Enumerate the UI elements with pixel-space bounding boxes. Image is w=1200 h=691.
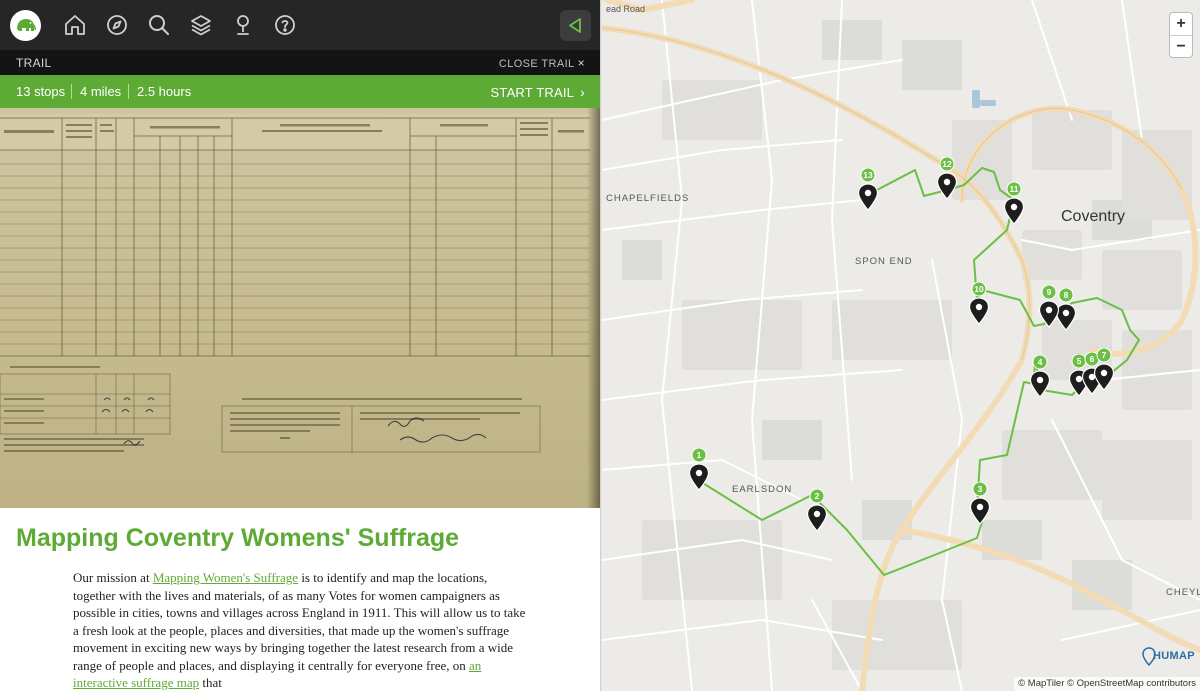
start-trail-button[interactable]: START TRAIL › — [491, 84, 585, 100]
trail-stop-marker[interactable]: 7 — [1092, 348, 1116, 392]
start-trail-label: START TRAIL — [490, 85, 575, 100]
trail-panel: TRAIL CLOSE TRAIL × 13 stops 4 miles 2.5 … — [0, 0, 601, 691]
place-label-spon-end: SPON END — [855, 256, 913, 267]
trail-stop-number: 13 — [863, 170, 873, 180]
humap-wordmark: HUMAP — [1153, 650, 1195, 662]
trail-stop-marker[interactable]: 11 — [1002, 182, 1026, 226]
trail-header-bar: TRAIL CLOSE TRAIL × — [0, 50, 600, 75]
mapping-womens-suffrage-link[interactable]: Mapping Women's Suffrage — [153, 570, 298, 585]
trail-stop-number: 9 — [1046, 287, 1052, 297]
article-title: Mapping Coventry Womens' Suffrage — [16, 524, 460, 552]
help-icon[interactable] — [273, 13, 297, 37]
trail-duration: 2.5 hours — [137, 84, 192, 99]
close-trail-label: CLOSE TRAIL — [498, 58, 575, 70]
trail-stop-marker[interactable]: 1 — [687, 448, 711, 492]
trail-stop-number: 7 — [1101, 350, 1107, 360]
trail-stop-number: 3 — [977, 484, 983, 494]
chevron-right-icon: › — [580, 84, 585, 100]
trail-stop-marker[interactable]: 10 — [967, 282, 991, 326]
article-text: is to identify and map the locations, to… — [73, 570, 526, 673]
home-icon[interactable] — [63, 13, 87, 37]
place-label-coventry: Coventry — [1061, 208, 1126, 225]
road-label: ead Road — [606, 4, 646, 14]
trail-stop-marker[interactable]: 4 — [1028, 355, 1052, 399]
place-label-earlsdon: EARLSDON — [732, 484, 793, 495]
elephant-logo[interactable] — [10, 10, 41, 41]
trail-stop-marker[interactable]: 3 — [968, 482, 992, 526]
zoom-control: + − — [1169, 12, 1193, 58]
trail-stop-number: 1 — [696, 450, 702, 460]
pin-icon[interactable] — [231, 13, 255, 37]
trail-stop-number: 11 — [1009, 184, 1019, 194]
article-text: Our mission at — [73, 570, 153, 585]
close-trail-button[interactable]: CLOSE TRAIL × — [499, 56, 585, 70]
trail-stop-number: 2 — [814, 491, 820, 501]
article-text: that — [199, 675, 222, 690]
stat-divider — [128, 84, 129, 99]
collapse-left-icon — [569, 18, 581, 33]
article-section: Mapping Coventry Womens' Suffrage Our mi… — [0, 508, 600, 691]
trail-distance: 4 miles — [80, 84, 122, 99]
trail-stop-marker[interactable]: 12 — [935, 157, 959, 201]
census-document-image — [0, 108, 600, 508]
map-view[interactable]: ead Road CHAPELFIELDS SPON END Coventry … — [602, 0, 1200, 691]
zoom-out-button[interactable]: − — [1170, 36, 1192, 58]
trail-stop-marker[interactable]: 9 — [1037, 285, 1061, 329]
top-navigation-bar — [0, 0, 600, 50]
trail-stats-bar: 13 stops 4 miles 2.5 hours START TRAIL › — [0, 75, 600, 108]
collapse-panel-button[interactable] — [560, 10, 591, 41]
trail-stop-number: 12 — [942, 159, 952, 169]
map-base-drawing — [602, 0, 1200, 691]
layers-icon[interactable] — [189, 13, 213, 37]
trail-label: TRAIL — [16, 56, 52, 70]
close-icon: × — [577, 56, 585, 70]
census-form-drawing — [0, 114, 590, 453]
trail-stops-count: 13 stops — [16, 84, 66, 99]
search-icon[interactable] — [147, 13, 171, 37]
trail-stop-number: 4 — [1037, 357, 1043, 367]
article-body: Our mission at Mapping Women's Suffrage … — [73, 569, 533, 691]
humap-brand[interactable]: HUMAP — [1142, 646, 1198, 668]
zoom-in-button[interactable]: + — [1170, 13, 1192, 35]
compass-icon[interactable] — [105, 13, 129, 37]
place-label-cheylesmore: CHEYLE — [1166, 587, 1200, 598]
stat-divider — [71, 84, 72, 99]
trail-stop-number: 10 — [974, 284, 984, 294]
page-shadow — [587, 108, 600, 508]
map-attribution[interactable]: © MapTiler © OpenStreetMap contributors — [1014, 677, 1200, 691]
trail-stop-marker[interactable]: 2 — [805, 489, 829, 533]
place-label-chapelfields: CHAPELFIELDS — [606, 193, 690, 204]
trail-stop-marker[interactable]: 13 — [856, 168, 880, 212]
